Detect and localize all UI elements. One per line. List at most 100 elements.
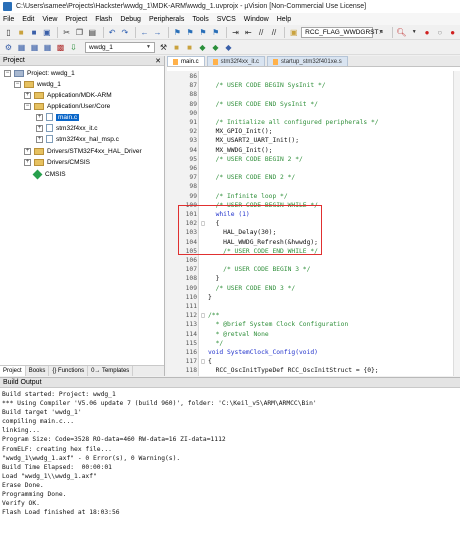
target-combo[interactable]: wwdg_1 ▼: [85, 41, 155, 53]
expand-icon[interactable]: +: [24, 147, 31, 155]
translate-icon[interactable]: ⚙: [3, 42, 14, 53]
code-line[interactable]: 109 /* USER CODE END 3 */: [167, 284, 460, 293]
find-icon[interactable]: ⌕: [376, 27, 387, 38]
menu-view[interactable]: View: [42, 16, 57, 23]
select-packs-icon[interactable]: ◆: [210, 42, 221, 53]
redo-icon[interactable]: ↷: [119, 27, 130, 38]
code-line[interactable]: 114 * @retval None: [167, 330, 460, 339]
bookmark-clear-icon[interactable]: ⚑: [210, 27, 221, 38]
code-line[interactable]: 111: [167, 302, 460, 311]
tab-main-c[interactable]: main.c: [167, 56, 205, 66]
code-line[interactable]: 97 /* USER CODE END 2 */: [167, 173, 460, 182]
code-line[interactable]: 106: [167, 256, 460, 265]
tree-item-group[interactable]: + Application/MDK-ARM: [24, 90, 112, 100]
stop-build-icon[interactable]: ▩: [55, 42, 66, 53]
code-line[interactable]: 110}: [167, 293, 460, 302]
tab-project[interactable]: Project: [0, 366, 26, 376]
collapse-icon[interactable]: −: [4, 69, 11, 77]
menu-debug[interactable]: Debug: [120, 16, 141, 23]
tab-books[interactable]: Books: [26, 366, 50, 376]
code-line[interactable]: 115 */: [167, 339, 460, 348]
code-line[interactable]: 93 MX_USART2_UART_Init();: [167, 136, 460, 145]
tree-item-group[interactable]: − Application/User/Core: [24, 101, 110, 111]
fold-marker[interactable]: □: [200, 311, 206, 320]
software-packs-icon[interactable]: ◆: [223, 42, 234, 53]
batch-build-icon[interactable]: ▦: [42, 42, 53, 53]
code-line[interactable]: 87 /* USER CODE BEGIN SysInit */: [167, 81, 460, 90]
vertical-scrollbar[interactable]: [453, 71, 460, 376]
code-line[interactable]: 91 /* Initialize all configured peripher…: [167, 118, 460, 127]
expand-icon[interactable]: +: [24, 158, 31, 166]
menu-window[interactable]: Window: [244, 16, 269, 23]
tab-startup-s[interactable]: startup_stm32f401xe.s: [267, 56, 348, 66]
menu-svcs[interactable]: SVCS: [217, 16, 236, 23]
expand-icon[interactable]: +: [36, 124, 43, 132]
build-icon[interactable]: ▦: [16, 42, 27, 53]
code-line[interactable]: 117 □{: [167, 357, 460, 366]
debug-icon[interactable]: ●: [422, 27, 433, 38]
uncomment-icon[interactable]: //: [269, 27, 280, 38]
close-icon[interactable]: ✕: [155, 57, 161, 65]
menu-edit[interactable]: Edit: [22, 16, 34, 23]
download-icon[interactable]: ⇩: [68, 42, 79, 53]
menu-tools[interactable]: Tools: [192, 16, 208, 23]
expand-icon[interactable]: +: [36, 135, 43, 143]
search-icon[interactable]: 🔍︎: [396, 27, 407, 38]
paste-icon[interactable]: ▤: [87, 27, 98, 38]
code-line[interactable]: 107 /* USER CODE BEGIN 3 */: [167, 265, 460, 274]
tree-item-project[interactable]: − Project: wwdg_1: [4, 68, 75, 78]
expand-icon[interactable]: +: [24, 91, 31, 99]
menu-peripherals[interactable]: Peripherals: [149, 16, 184, 23]
tree-item-file[interactable]: + stm32f4xx_hal_msp.c: [36, 134, 119, 144]
fold-marker[interactable]: □: [200, 357, 206, 366]
tree-item-file[interactable]: + stm32f4xx_it.c: [36, 123, 98, 133]
code-line[interactable]: 92 MX_GPIO_Init();: [167, 127, 460, 136]
indent-icon[interactable]: ⇥: [230, 27, 241, 38]
collapse-icon[interactable]: −: [14, 80, 21, 88]
tree-item-component[interactable]: CMSIS: [32, 169, 66, 179]
save-icon[interactable]: ■: [29, 27, 40, 38]
manage-components-icon[interactable]: ■: [184, 42, 195, 53]
code-line[interactable]: 108 }: [167, 274, 460, 283]
stop-icon[interactable]: ○: [434, 27, 445, 38]
options-for-target-icon[interactable]: ⚒: [158, 42, 169, 53]
code-line[interactable]: 89 /* USER CODE END SysInit */: [167, 100, 460, 109]
collapse-icon[interactable]: −: [24, 102, 31, 110]
expand-icon[interactable]: +: [36, 113, 43, 121]
find-in-files-icon[interactable]: ▣: [288, 27, 299, 38]
menu-help[interactable]: Help: [277, 16, 291, 23]
code-area[interactable]: 86 87 /* USER CODE BEGIN SysInit */88 89 /…: [167, 71, 460, 376]
code-line[interactable]: 94 MX_WWDG_Init();: [167, 146, 460, 155]
tree-item-target[interactable]: − wwdg_1: [14, 79, 61, 89]
code-line[interactable]: 116 void SystemClock_Config(void): [167, 348, 460, 357]
code-line[interactable]: 112 □/**: [167, 311, 460, 320]
tree-item-group[interactable]: + Drivers/STM32F4xx_HAL_Driver: [24, 146, 142, 156]
nav-back-icon[interactable]: ←: [139, 27, 150, 38]
pack-installer-icon[interactable]: ◆: [197, 42, 208, 53]
tree-item-file[interactable]: + main.c: [36, 112, 80, 122]
new-file-icon[interactable]: ▯: [3, 27, 14, 38]
undo-icon[interactable]: ↶: [107, 27, 118, 38]
cut-icon[interactable]: ✂: [61, 27, 72, 38]
tab-stm32f4xx-it-c[interactable]: stm32f4xx_it.c: [206, 56, 266, 66]
unindent-icon[interactable]: ⇤: [243, 27, 254, 38]
bookmark-icon[interactable]: ⚑: [172, 27, 183, 38]
nav-forward-icon[interactable]: →: [152, 27, 163, 38]
rebuild-icon[interactable]: ▦: [29, 42, 40, 53]
tab-functions[interactable]: {} Functions: [49, 366, 89, 376]
menu-file[interactable]: File: [3, 16, 14, 23]
code-line[interactable]: 95 /* USER CODE BEGIN 2 */: [167, 155, 460, 164]
open-folder-icon[interactable]: ■: [16, 27, 27, 38]
comment-icon[interactable]: //: [256, 27, 267, 38]
code-line[interactable]: 88: [167, 90, 460, 99]
code-line[interactable]: 118 RCC_OscInitTypeDef RCC_OscInitStruct…: [167, 366, 460, 375]
code-line[interactable]: 96: [167, 164, 460, 173]
code-line[interactable]: 98: [167, 182, 460, 191]
code-line[interactable]: 99 /* Infinite loop */: [167, 192, 460, 201]
copy-icon[interactable]: ❐: [74, 27, 85, 38]
bookmark-prev-icon[interactable]: ⚑: [185, 27, 196, 38]
menu-project[interactable]: Project: [65, 16, 87, 23]
tab-templates[interactable]: 0→ Templates: [88, 366, 134, 376]
tree-item-group[interactable]: + Drivers/CMSIS: [24, 157, 90, 167]
code-line[interactable]: 86: [167, 72, 460, 81]
